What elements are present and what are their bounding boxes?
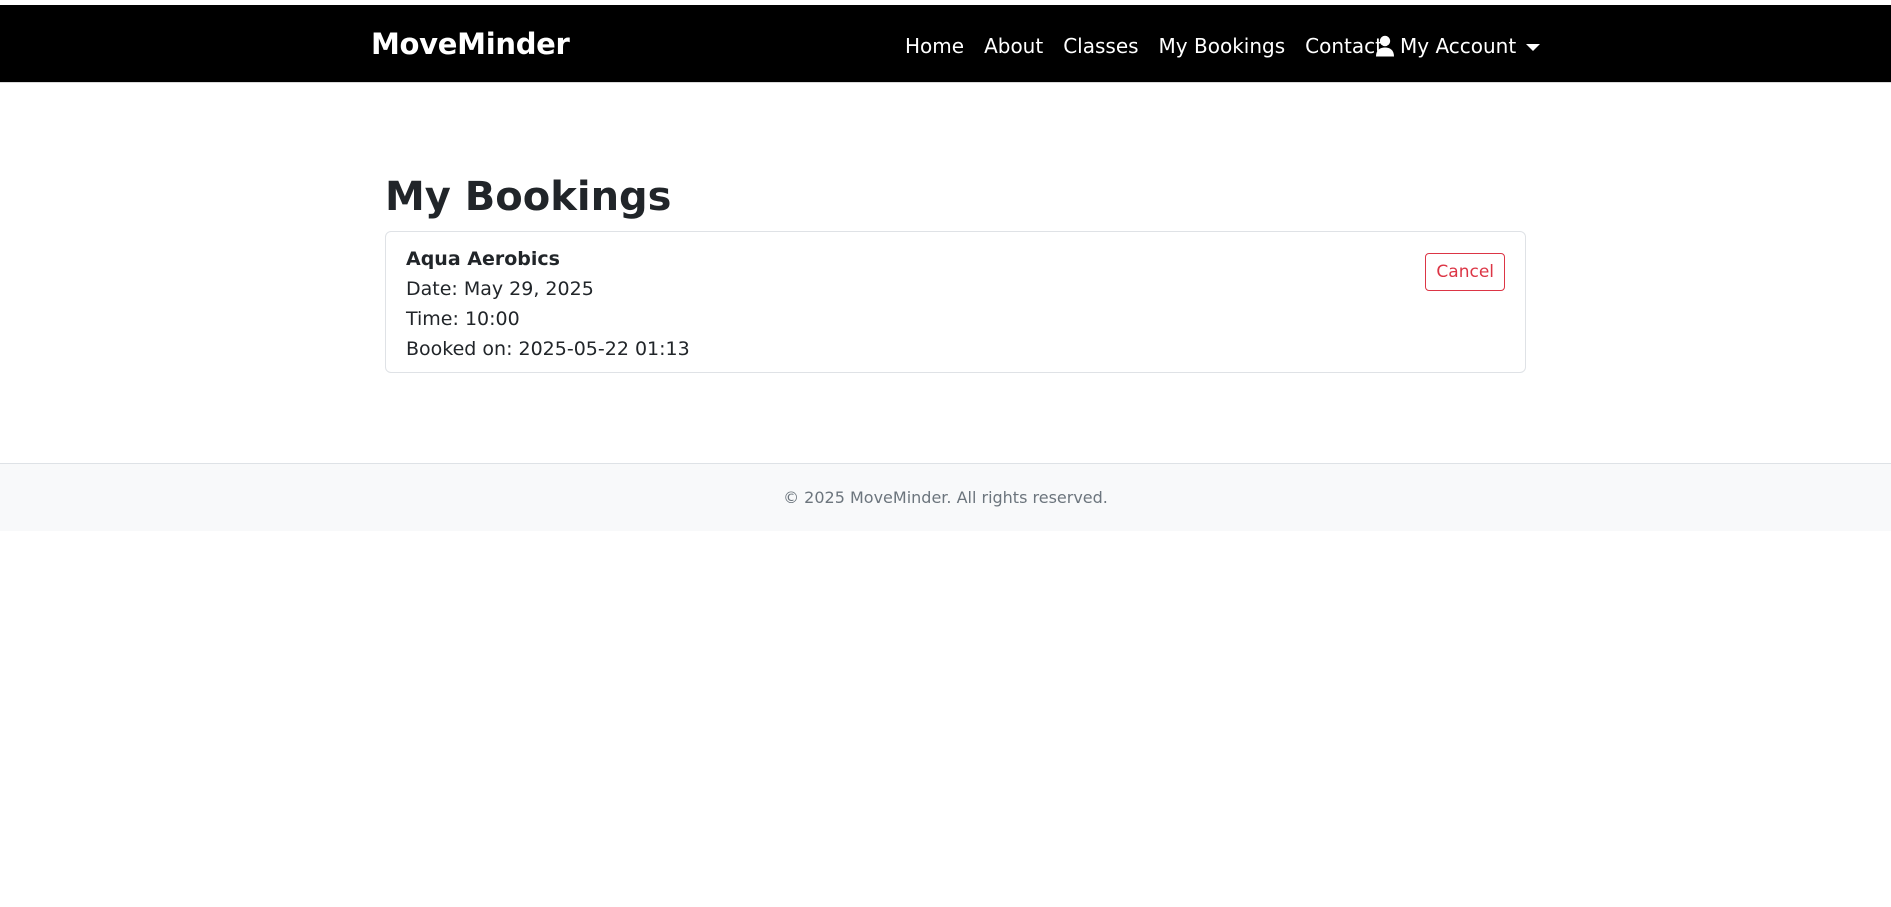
account-label: My Account: [1400, 34, 1517, 58]
booking-booked-on: Booked on: 2025-05-22 01:13: [406, 338, 690, 360]
nav-links: Home About Classes My Bookings Contact: [895, 32, 1393, 60]
footer-copyright: © 2025 MoveMinder. All rights reserved.: [783, 488, 1108, 507]
nav-link-classes[interactable]: Classes: [1053, 32, 1148, 60]
footer: © 2025 MoveMinder. All rights reserved.: [0, 463, 1891, 531]
cancel-booking-button[interactable]: Cancel: [1425, 253, 1505, 291]
caret-down-icon: [1526, 43, 1541, 51]
nav-link-my-bookings[interactable]: My Bookings: [1149, 32, 1296, 60]
account-dropdown-toggle[interactable]: My Account: [1375, 32, 1541, 60]
nav-link-home[interactable]: Home: [895, 32, 974, 60]
booking-date: Date: May 29, 2025: [406, 278, 594, 300]
nav-link-about[interactable]: About: [974, 32, 1053, 60]
page-title: My Bookings: [385, 174, 672, 220]
brand-logo[interactable]: MoveMinder: [371, 27, 570, 61]
user-icon: [1376, 35, 1394, 57]
navbar: MoveMinder Home About Classes My Booking…: [0, 5, 1891, 83]
booking-time: Time: 10:00: [406, 308, 520, 330]
booking-card: Aqua Aerobics Date: May 29, 2025 Time: 1…: [385, 231, 1526, 373]
booking-class-name: Aqua Aerobics: [406, 248, 560, 270]
